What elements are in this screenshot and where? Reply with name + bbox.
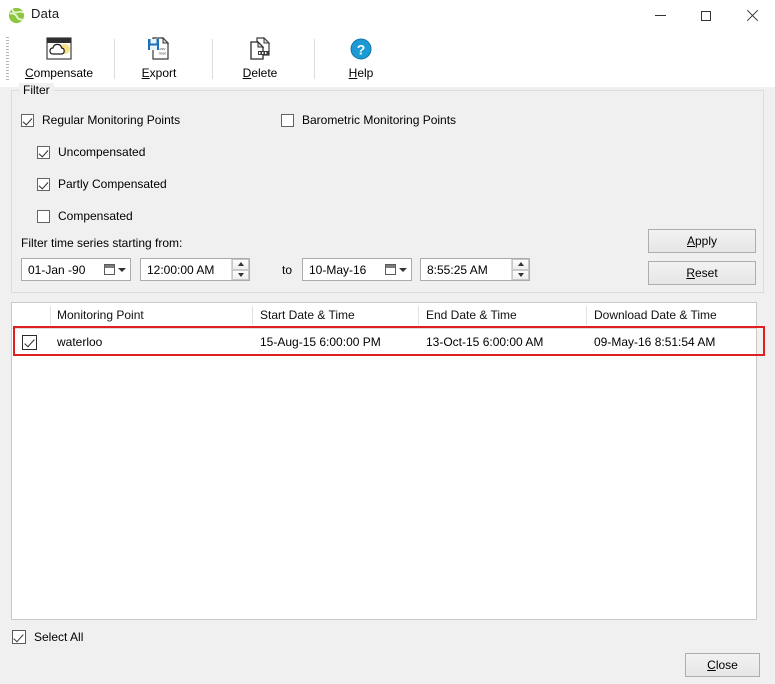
checkbox-box-icon bbox=[21, 113, 34, 127]
calendar-icon bbox=[104, 264, 115, 275]
toolbar-separator bbox=[114, 39, 115, 79]
toolbar-separator bbox=[212, 39, 213, 79]
compensate-label: Compensate bbox=[24, 66, 94, 80]
list-header-row: Monitoring Point Start Date & Time End D… bbox=[12, 303, 756, 329]
column-header-start-date[interactable]: Start Date & Time bbox=[260, 308, 355, 322]
cell-monitoring-point: waterloo bbox=[57, 335, 103, 349]
end-date-input[interactable]: 10-May-16 bbox=[302, 258, 412, 281]
maximize-icon bbox=[701, 10, 711, 21]
spinner-down-icon[interactable] bbox=[512, 269, 529, 280]
window-title: Data bbox=[31, 6, 60, 21]
close-button-label: Close bbox=[707, 658, 738, 672]
column-divider[interactable] bbox=[418, 306, 419, 325]
start-time-value: 12:00:00 AM bbox=[147, 262, 215, 277]
cell-download-date: 09-May-16 8:51:54 AM bbox=[594, 335, 716, 349]
column-header-end-date[interactable]: End Date & Time bbox=[426, 308, 517, 322]
compensate-cloud-icon bbox=[44, 34, 74, 64]
end-date-dropdown-button[interactable] bbox=[381, 259, 411, 280]
toolbar-grip[interactable] bbox=[6, 37, 9, 81]
spinner-up-icon[interactable] bbox=[512, 259, 529, 270]
checkbox-compensated[interactable]: Compensated bbox=[37, 209, 133, 223]
filter-legend: Filter bbox=[19, 83, 54, 97]
checkbox-partly-compensated[interactable]: Partly Compensated bbox=[37, 177, 167, 191]
column-divider[interactable] bbox=[50, 306, 51, 325]
checkbox-box-icon bbox=[37, 145, 50, 159]
checkbox-label: Barometric Monitoring Points bbox=[302, 113, 457, 127]
delete-button[interactable]: Delete bbox=[228, 34, 292, 84]
checkbox-box-icon bbox=[12, 630, 26, 644]
end-date-value: 10-May-16 bbox=[309, 262, 367, 277]
start-date-value: 01-Jan -90 bbox=[28, 262, 86, 277]
close-icon bbox=[746, 9, 759, 22]
help-button[interactable]: ? Help bbox=[334, 34, 388, 84]
checkbox-regular-monitoring-points[interactable]: Regular Monitoring Points bbox=[21, 113, 180, 127]
svg-text:?: ? bbox=[357, 42, 366, 58]
toolbar-separator bbox=[314, 39, 315, 79]
reset-label: Reset bbox=[686, 266, 718, 280]
column-header-monitoring-point[interactable]: Monitoring Point bbox=[57, 308, 144, 322]
to-label: to bbox=[282, 263, 293, 277]
table-row[interactable]: waterloo 15-Aug-15 6:00:00 PM 13-Oct-15 … bbox=[12, 329, 756, 356]
chevron-down-icon bbox=[118, 267, 126, 272]
svg-text:mon: mon bbox=[159, 51, 167, 56]
checkbox-barometric-monitoring-points[interactable]: Barometric Monitoring Points bbox=[281, 113, 456, 127]
toolbar: Compensate csv mon Export Delete ? Help bbox=[0, 31, 775, 87]
spinner-up-icon[interactable] bbox=[232, 259, 249, 270]
export-button[interactable]: csv mon Export bbox=[128, 34, 190, 84]
column-divider[interactable] bbox=[252, 306, 253, 325]
column-divider[interactable] bbox=[586, 306, 587, 325]
spinner-down-icon[interactable] bbox=[232, 269, 249, 280]
checkbox-label: Uncompensated bbox=[58, 145, 146, 159]
checkbox-label: Regular Monitoring Points bbox=[42, 113, 181, 127]
data-list[interactable]: Monitoring Point Start Date & Time End D… bbox=[11, 302, 757, 620]
checkbox-label: Partly Compensated bbox=[58, 177, 167, 191]
minimize-icon bbox=[654, 15, 666, 16]
checkbox-uncompensated[interactable]: Uncompensated bbox=[37, 145, 145, 159]
green-globe-icon bbox=[8, 7, 25, 24]
calendar-icon bbox=[385, 264, 396, 275]
delete-document-icon bbox=[246, 34, 274, 64]
compensate-button[interactable]: Compensate bbox=[14, 34, 104, 84]
row-checkbox[interactable] bbox=[22, 335, 37, 350]
export-save-icon: csv mon bbox=[145, 34, 173, 64]
apply-button[interactable]: Apply bbox=[648, 229, 756, 253]
select-all-label: Select All bbox=[34, 630, 84, 644]
end-time-value: 8:55:25 AM bbox=[427, 262, 488, 277]
cell-start-date: 15-Aug-15 6:00:00 PM bbox=[260, 335, 381, 349]
filter-time-label: Filter time series starting from: bbox=[21, 236, 183, 250]
start-time-input[interactable]: 12:00:00 AM bbox=[140, 258, 250, 281]
delete-label: Delete bbox=[242, 66, 278, 80]
export-label: Export bbox=[141, 66, 177, 80]
start-date-dropdown-button[interactable] bbox=[100, 259, 130, 280]
footer-divider bbox=[0, 622, 775, 623]
checkbox-box-icon bbox=[37, 177, 50, 191]
end-time-input[interactable]: 8:55:25 AM bbox=[420, 258, 530, 281]
chevron-down-icon bbox=[399, 267, 407, 272]
checkbox-box-icon bbox=[37, 209, 50, 223]
start-date-input[interactable]: 01-Jan -90 bbox=[21, 258, 131, 281]
select-all-checkbox[interactable]: Select All bbox=[12, 630, 83, 644]
minimize-button[interactable] bbox=[637, 0, 683, 31]
checkbox-label: Compensated bbox=[58, 209, 133, 223]
reset-button[interactable]: Reset bbox=[648, 261, 756, 285]
start-time-spinner[interactable] bbox=[231, 259, 249, 280]
close-button[interactable]: Close bbox=[685, 653, 760, 677]
title-bar: Data bbox=[0, 0, 775, 31]
apply-label: Apply bbox=[686, 234, 718, 248]
data-dialog-window: Data Compensate csv mon Export Delete ? … bbox=[0, 0, 775, 684]
help-question-icon: ? bbox=[349, 34, 373, 64]
maximize-button[interactable] bbox=[683, 0, 729, 31]
end-time-spinner[interactable] bbox=[511, 259, 529, 280]
cell-end-date: 13-Oct-15 6:00:00 AM bbox=[426, 335, 544, 349]
column-header-download-date[interactable]: Download Date & Time bbox=[594, 308, 717, 322]
checkbox-box-icon bbox=[281, 113, 294, 127]
help-label: Help bbox=[348, 66, 374, 80]
close-window-button[interactable] bbox=[729, 0, 775, 31]
